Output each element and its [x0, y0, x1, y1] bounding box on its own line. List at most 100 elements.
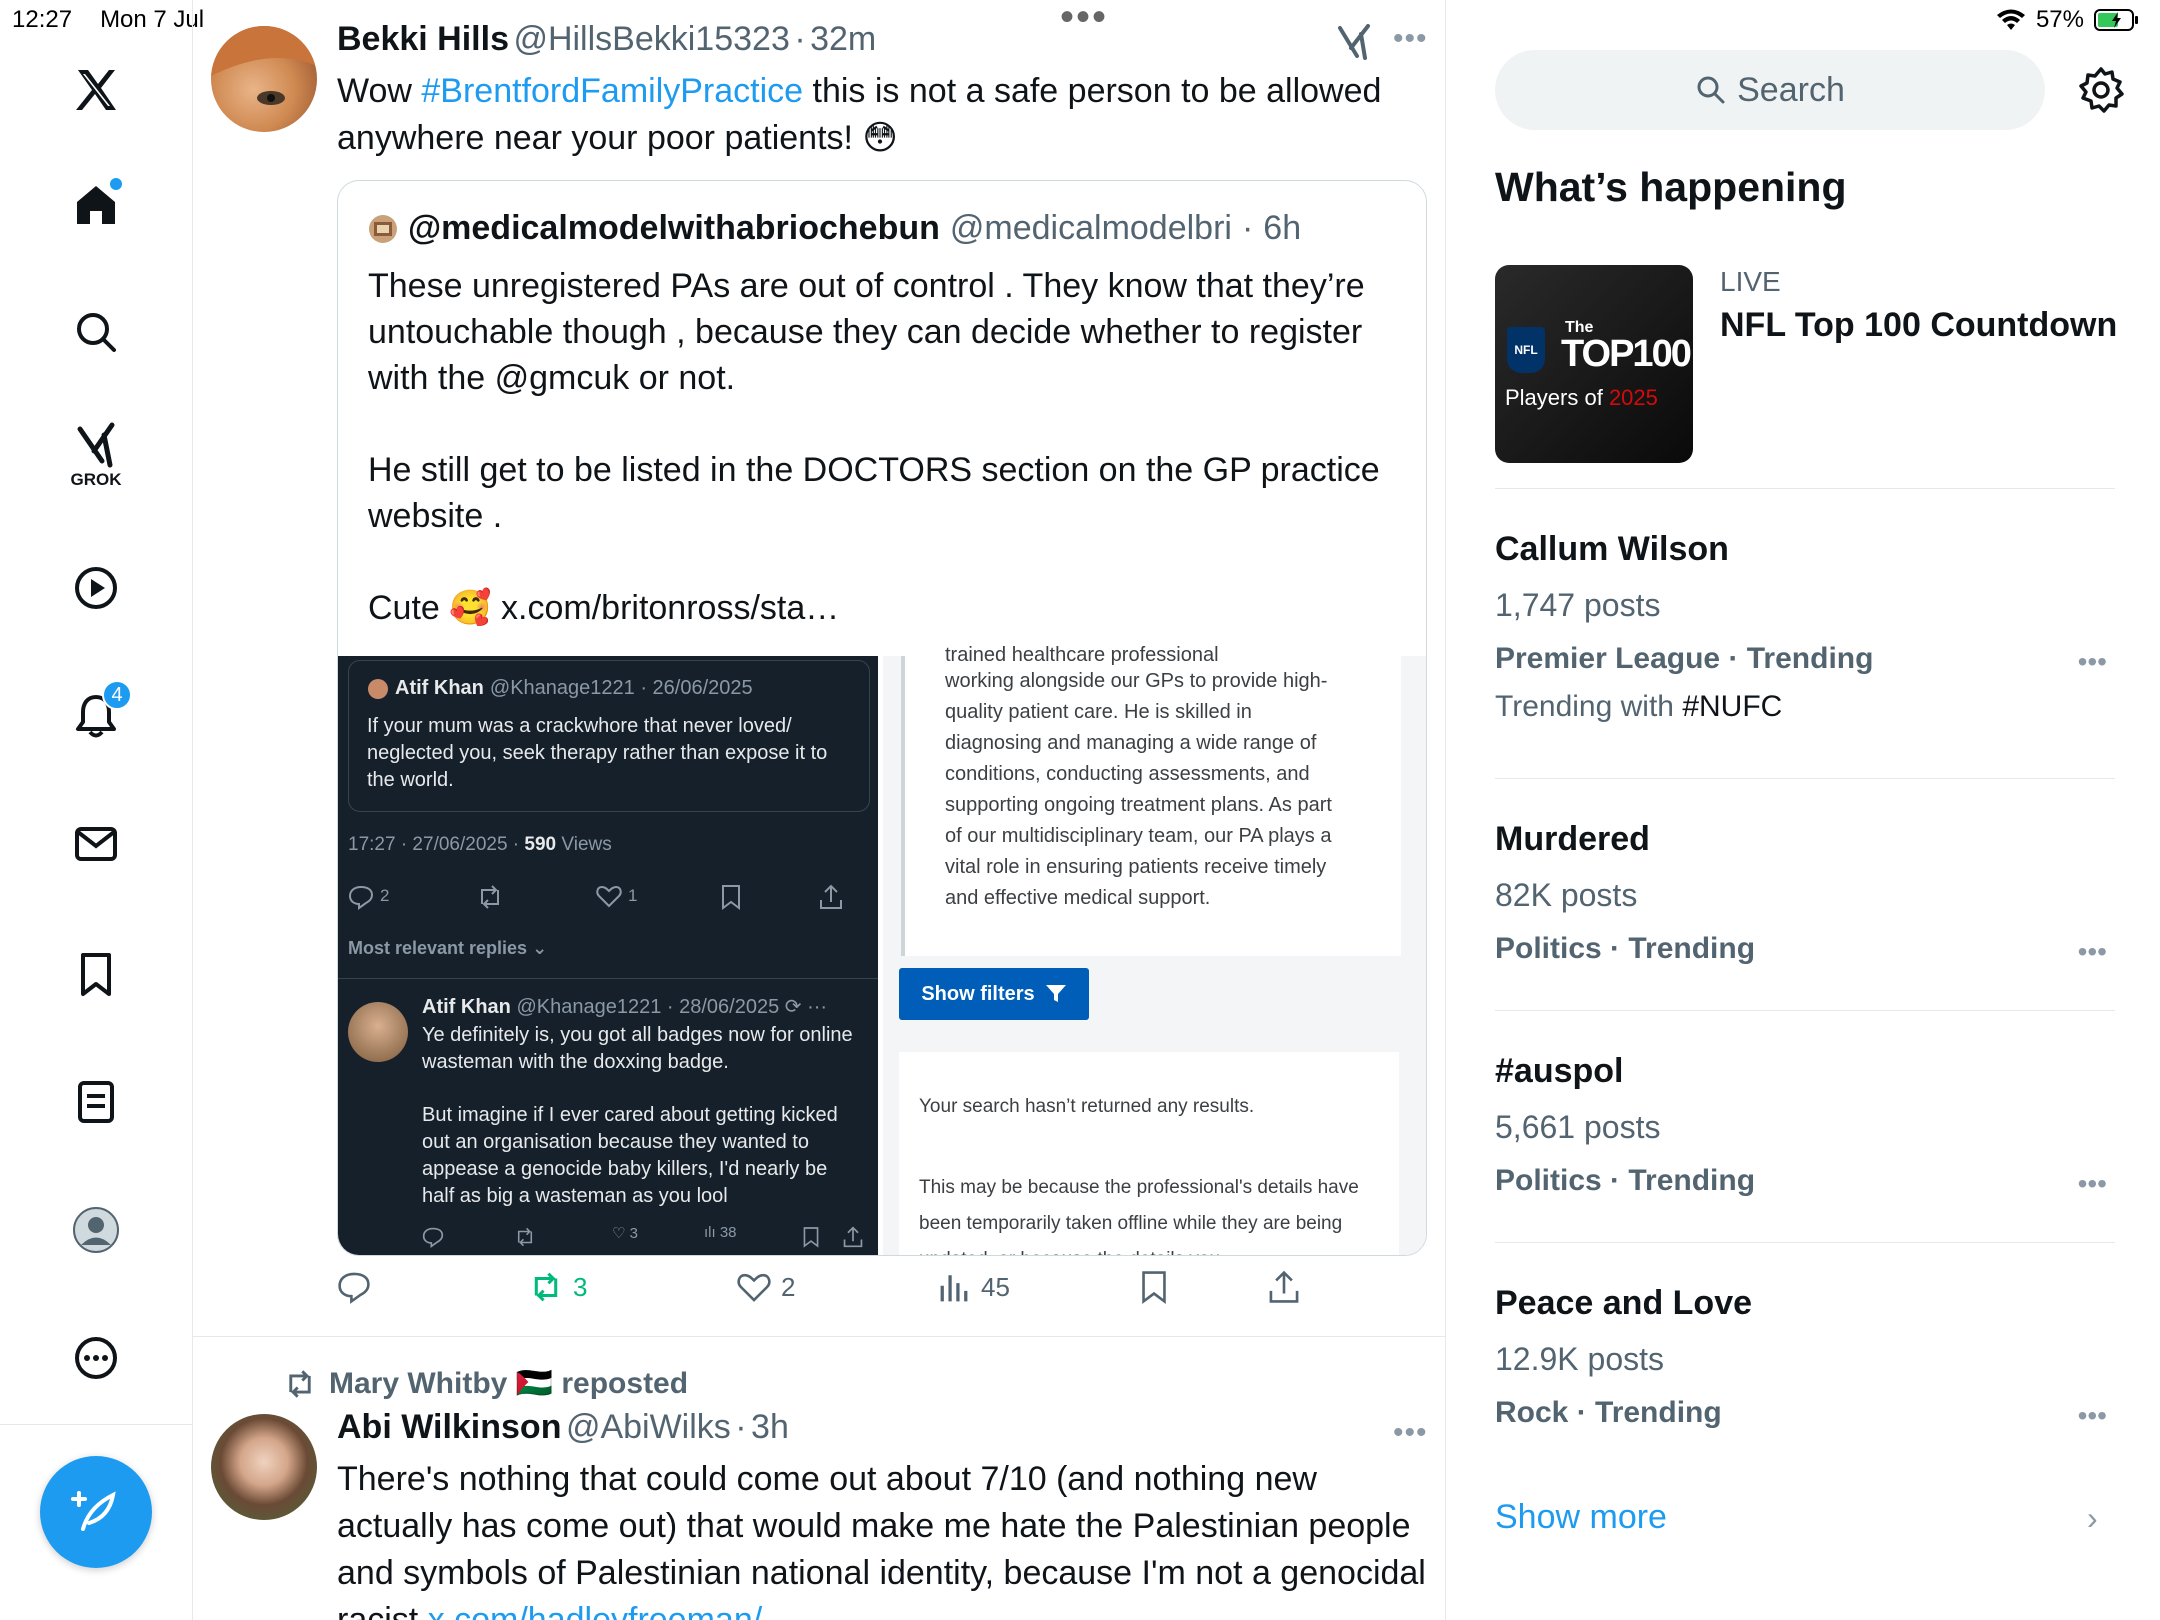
tweet-text-pre: Wow — [337, 72, 422, 110]
profile-avatar-icon[interactable] — [60, 1194, 132, 1266]
trend-category: Politics · Trending — [1495, 1164, 1756, 1197]
chevron-right-icon[interactable]: › — [2087, 1500, 2098, 1537]
trend-name: Callum Wilson — [1495, 530, 1729, 568]
embedded-reply-count: 2 — [380, 886, 390, 905]
embedded-quote: Atif Khan @Khanage1221 · 26/06/2025 If y… — [348, 660, 870, 812]
filter-icon — [1045, 985, 1066, 1002]
quote-avatar[interactable] — [368, 214, 398, 244]
reply-button[interactable] — [337, 1270, 371, 1304]
trend-more-icon[interactable]: ••• — [2078, 1400, 2107, 1432]
reply-text-2: But imagine if I ever cared about gettin… — [422, 1104, 838, 1207]
repost-header: Mary Whitby 🇵🇸 reposted — [283, 1366, 688, 1401]
nav-divider — [0, 1424, 193, 1425]
tweet-header: Bekki Hills @HillsBekki15323 · 32m — [337, 20, 876, 59]
trend-with: Trending with #NUFC — [1495, 690, 2115, 724]
search-input[interactable]: Search — [1495, 50, 2045, 130]
show-filters-label: Show filters — [921, 982, 1035, 1005]
embedded-author-name: Atif Khan — [395, 677, 484, 699]
timeline: Bekki Hills @HillsBekki15323 · 32m ••• W… — [193, 0, 1446, 1620]
tweet-text: Wow #BrentfordFamilyPractice this is not… — [337, 68, 1427, 162]
grok-explain-icon[interactable] — [1337, 24, 1371, 60]
author-name[interactable]: Abi Wilkinson — [337, 1408, 561, 1446]
trend-item[interactable]: Murdered 82K posts Politics · Trending •… — [1495, 820, 2115, 968]
trend-posts: 82K posts — [1495, 877, 1638, 913]
home-unread-dot — [110, 178, 122, 190]
media-image-screenshot-dark[interactable]: Atif Khan @Khanage1221 · 26/06/2025 If y… — [338, 656, 878, 1255]
video-icon[interactable] — [60, 552, 132, 624]
sidebar-divider — [1495, 1242, 2115, 1243]
compose-feather-icon — [71, 1491, 116, 1531]
more-menu-icon[interactable] — [60, 1322, 132, 1394]
search-nav-icon[interactable] — [60, 296, 132, 368]
trend-category: Rock · Trending — [1495, 1396, 1722, 1429]
reply-icon — [338, 1272, 370, 1304]
reply-actions: ♡ 3 ılı 38 — [422, 1224, 863, 1250]
hashtag-link[interactable]: #BrentfordFamilyPractice — [421, 72, 803, 110]
trend-more-icon[interactable]: ••• — [2078, 1168, 2107, 1200]
tweet-time[interactable]: 32m — [810, 20, 876, 58]
reply-views: ılı 38 — [704, 1224, 737, 1241]
tweet-more-icon[interactable]: ••• — [1393, 1416, 1428, 1450]
trend-with-label: Trending with — [1495, 690, 1683, 723]
show-more-link[interactable]: Show more — [1495, 1498, 1667, 1537]
tweet-more-icon[interactable]: ••• — [1393, 22, 1428, 56]
trend-item[interactable]: Callum Wilson 1,747 posts Premier League… — [1495, 530, 2115, 724]
live-event-image[interactable]: NFL The TOP100 Players of 2025 — [1495, 265, 1693, 463]
embedded-like-count: 1 — [628, 886, 638, 905]
embedded-timestamp: 17:27 · 27/06/2025 · 590 Views — [348, 834, 612, 856]
lists-icon[interactable] — [60, 1066, 132, 1138]
bookmark-button[interactable] — [1137, 1270, 1171, 1304]
quoted-tweet[interactable]: @medicalmodelwithabriochebun @medicalmod… — [337, 180, 1427, 1256]
messages-icon[interactable] — [60, 808, 132, 880]
reply-header: Atif Khan @Khanage1221 · 28/06/2025 ⟳ ··… — [422, 994, 827, 1019]
grok-icon[interactable]: GROK — [60, 418, 132, 490]
views-icon — [940, 1275, 968, 1302]
retweet-count: 3 — [573, 1271, 588, 1302]
retweet-icon — [534, 1272, 558, 1302]
embedded-avatar — [368, 678, 388, 699]
share-button[interactable] — [1267, 1270, 1301, 1304]
quote-author-handle[interactable]: @medicalmodelbri — [950, 209, 1232, 248]
trend-more-icon[interactable]: ••• — [2078, 646, 2107, 678]
compose-button[interactable] — [40, 1456, 152, 1568]
live-image-main: TOP100 — [1561, 333, 1692, 375]
meta-separator: · — [735, 1408, 747, 1446]
tweet-header: Abi Wilkinson @AbiWilks · 3h — [337, 1408, 789, 1447]
x-logo-icon[interactable] — [60, 54, 132, 126]
retweet-button[interactable]: 3 — [529, 1270, 587, 1304]
trend-category: Politics · Trending — [1495, 932, 1756, 965]
trend-posts: 1,747 posts — [1495, 587, 1661, 623]
grok-label: GROK — [70, 470, 122, 489]
reply-icon — [422, 1227, 444, 1248]
avatar[interactable] — [211, 26, 317, 132]
bookmarks-icon[interactable] — [60, 938, 132, 1010]
trend-name: Murdered — [1495, 820, 1650, 858]
tweet-time[interactable]: 3h — [751, 1408, 789, 1446]
notifications-icon[interactable]: 4 — [60, 680, 132, 752]
home-icon[interactable] — [60, 168, 132, 240]
show-filters-button: Show filters — [899, 968, 1089, 1020]
quote-author-name[interactable]: @medicalmodelwithabriochebun — [408, 209, 940, 248]
reply-author-handle: @Khanage1221 · 28/06/2025 — [516, 996, 780, 1018]
trend-more-icon[interactable]: ••• — [2078, 936, 2107, 968]
avatar[interactable] — [211, 1414, 317, 1520]
trend-item[interactable]: #auspol 5,661 posts Politics · Trending … — [1495, 1052, 2115, 1200]
author-handle[interactable]: @AbiWilks — [566, 1408, 731, 1446]
author-name[interactable]: Bekki Hills — [337, 20, 509, 58]
reply-icon — [348, 885, 374, 910]
like-button[interactable]: 2 — [737, 1270, 795, 1304]
media-image-screenshot-website[interactable]: trained healthcare professional working … — [883, 644, 1426, 1255]
views-button[interactable]: 45 — [937, 1270, 1010, 1304]
trend-name: Peace and Love — [1495, 1284, 1753, 1322]
settings-gear-icon[interactable] — [2077, 66, 2125, 114]
reposter-text[interactable]: Mary Whitby 🇵🇸 reposted — [329, 1366, 688, 1401]
author-handle[interactable]: @HillsBekki15323 — [513, 20, 789, 58]
live-event-title[interactable]: NFL Top 100 Countdown — [1720, 306, 2117, 345]
trend-item[interactable]: Peace and Love 12.9K posts Rock · Trendi… — [1495, 1284, 2115, 1432]
embedded-timestamp-text: 17:27 · 27/06/2025 · — [348, 834, 525, 855]
whats-happening-title: What’s happening — [1495, 164, 1847, 210]
may-be-text: This may be because the professional's d… — [919, 1177, 1359, 1255]
embedded-reply: 2 — [348, 884, 389, 915]
live-image-sub: Players of 2025 — [1505, 385, 1658, 411]
tweet-link[interactable]: x.com/hadleyfreeman/… — [428, 1601, 797, 1620]
